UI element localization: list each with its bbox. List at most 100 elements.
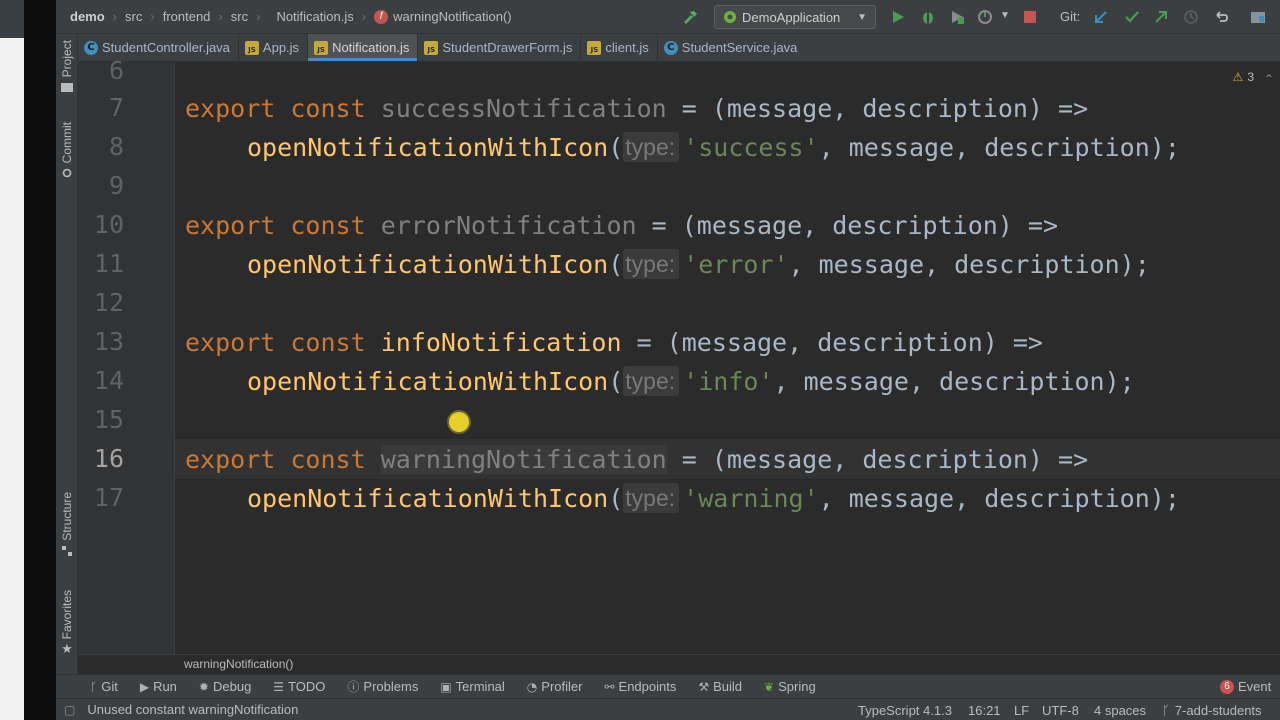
debug-icon[interactable]	[920, 9, 936, 25]
breadcrumb-frontend[interactable]: frontend	[163, 9, 211, 24]
tab-client[interactable]: JS client.js	[581, 34, 658, 61]
navigation-bar: demo › src › frontend › src › Notificati…	[56, 0, 1280, 34]
status-line-separator[interactable]: LF	[1014, 699, 1029, 720]
tool-debug[interactable]: ✹ Debug	[199, 679, 251, 694]
string-literal: 'error'	[683, 250, 789, 279]
tool-spring[interactable]: ❦ Spring	[764, 679, 816, 694]
tab-app[interactable]: JS App.js	[239, 34, 309, 61]
tool-project[interactable]: Project	[56, 40, 78, 93]
code-line-7: export const successNotification = (mess…	[185, 89, 1088, 128]
status-message[interactable]: Unused constant warningNotification	[87, 702, 298, 717]
build-hammer-icon[interactable]	[682, 9, 698, 25]
tool-label: Endpoints	[618, 679, 677, 694]
git-branch-icon: ᚴ	[90, 679, 98, 694]
arrow-params: = (message, description) =>	[666, 94, 1089, 123]
tab-label: StudentController.java	[102, 40, 230, 55]
run-icon: ▶	[139, 679, 150, 694]
warning-icon: ⚠	[1232, 70, 1244, 84]
run-icon[interactable]	[890, 9, 906, 25]
arrow-params: = (message, description) =>	[666, 445, 1089, 474]
function-call: openNotificationWithIcon	[247, 367, 609, 396]
stop-icon[interactable]	[1022, 9, 1038, 25]
tool-todo[interactable]: ☰ TODO	[273, 679, 325, 694]
java-class-icon: C	[84, 40, 98, 55]
branch-label: 7-add-students	[1174, 702, 1262, 718]
function-call: openNotificationWithIcon	[247, 484, 609, 513]
status-caret-position[interactable]: 16:21	[968, 699, 1001, 720]
project-structure-icon[interactable]	[1250, 9, 1266, 25]
identifier: infoNotification	[380, 328, 622, 357]
language-label: TypeScript 4.1.3	[858, 702, 952, 718]
chevron-down-icon: ▼	[857, 11, 867, 23]
tool-build[interactable]: ⚒ Build	[698, 679, 742, 694]
tool-git[interactable]: ᚴ Git	[90, 679, 118, 694]
more-run-options-chevron-icon[interactable]: ▼	[1000, 10, 1010, 21]
tool-label: Run	[153, 679, 177, 694]
run-configuration-select[interactable]: DemoApplication ▼	[714, 5, 876, 29]
line-number-gutter[interactable]: 6 7 8 9 10 11 12 13 14 15 16 17	[78, 56, 175, 654]
git-push-icon[interactable]	[1153, 9, 1169, 25]
keyword: const	[290, 328, 366, 357]
javascript-file-icon: JS	[314, 40, 329, 55]
git-update-icon[interactable]	[1093, 9, 1109, 25]
line-number: 8	[108, 132, 124, 161]
tool-event-log[interactable]: 6 Event	[1220, 679, 1280, 694]
toggle-tool-windows-icon[interactable]: ▢	[64, 703, 75, 717]
keyword: export	[185, 211, 276, 240]
line-number-current: 16	[93, 444, 124, 473]
code-editor[interactable]: export const successNotification = (mess…	[175, 62, 1280, 654]
breadcrumb-src[interactable]: src	[125, 9, 142, 24]
line-number: 7	[108, 93, 124, 122]
tab-studentdrawerform[interactable]: JS StudentDrawerForm.js	[418, 34, 582, 61]
tab-label: StudentService.java	[681, 40, 798, 55]
line-number: 6	[108, 56, 124, 85]
inspection-widget[interactable]: ⚠ 3	[1233, 70, 1254, 84]
status-git-branch[interactable]: ᚴ 7-add-students	[1162, 699, 1262, 720]
run-config-label: DemoApplication	[742, 9, 841, 25]
tool-terminal[interactable]: ▣ Terminal	[440, 679, 504, 694]
breadcrumb-project[interactable]: demo	[70, 9, 105, 24]
code-line-8: openNotificationWithIcon(type:'success',…	[247, 132, 1180, 162]
window-gap	[24, 0, 56, 720]
tab-studentservice[interactable]: C StudentService.java	[658, 34, 806, 61]
tool-label: Event	[1238, 679, 1272, 694]
git-commit-icon[interactable]	[1124, 9, 1140, 25]
code-breadcrumb[interactable]: warningNotification()	[78, 654, 1280, 674]
breadcrumb-function[interactable]: f warningNotification()	[374, 9, 512, 24]
chevron-right-icon: ›	[256, 9, 261, 24]
tool-label: Terminal	[455, 679, 505, 694]
status-indent[interactable]: 4 spaces	[1094, 699, 1146, 720]
tool-favorites[interactable]: Favorites ★	[56, 590, 78, 657]
tool-profiler[interactable]: ◔ Profiler	[527, 679, 583, 694]
parameter-hint: type:	[623, 132, 680, 162]
tool-problems[interactable]: ⓘ Problems	[347, 678, 418, 695]
parameter-hint: type:	[623, 483, 680, 513]
string-literal: 'success'	[683, 133, 819, 162]
tool-structure[interactable]: Structure	[56, 492, 78, 557]
warning-count: 3	[1247, 70, 1254, 84]
tool-commit[interactable]: Commit	[56, 122, 78, 179]
chevron-up-icon[interactable]: ⌃	[1264, 72, 1274, 86]
profile-icon[interactable]	[977, 9, 993, 25]
history-icon[interactable]	[1183, 9, 1199, 25]
tab-label: client.js	[605, 40, 649, 55]
chevron-right-icon: ›	[218, 9, 223, 24]
bug-icon: ✹	[198, 679, 209, 694]
coverage-icon[interactable]	[949, 9, 965, 25]
tab-notification[interactable]: JS Notification.js	[308, 34, 419, 61]
structure-icon	[62, 545, 72, 556]
code-line-16: export const warningNotification = (mess…	[185, 440, 1088, 479]
tool-label: Spring	[778, 679, 816, 694]
line-number: 11	[93, 249, 124, 278]
breadcrumb-src-inner[interactable]: src	[231, 9, 248, 24]
status-language[interactable]: TypeScript 4.1.3	[858, 699, 952, 720]
tool-endpoints[interactable]: ⚯ Endpoints	[604, 679, 676, 694]
status-encoding[interactable]: UTF-8	[1042, 699, 1079, 720]
line-number: 10	[93, 210, 124, 239]
rollback-icon[interactable]	[1213, 9, 1229, 25]
breadcrumb-file[interactable]: Notification.js	[276, 9, 353, 24]
encoding-label: UTF-8	[1042, 702, 1079, 718]
star-icon: ★	[61, 641, 73, 657]
tool-run[interactable]: ▶ Run	[140, 679, 177, 694]
line-number: 12	[93, 288, 124, 317]
